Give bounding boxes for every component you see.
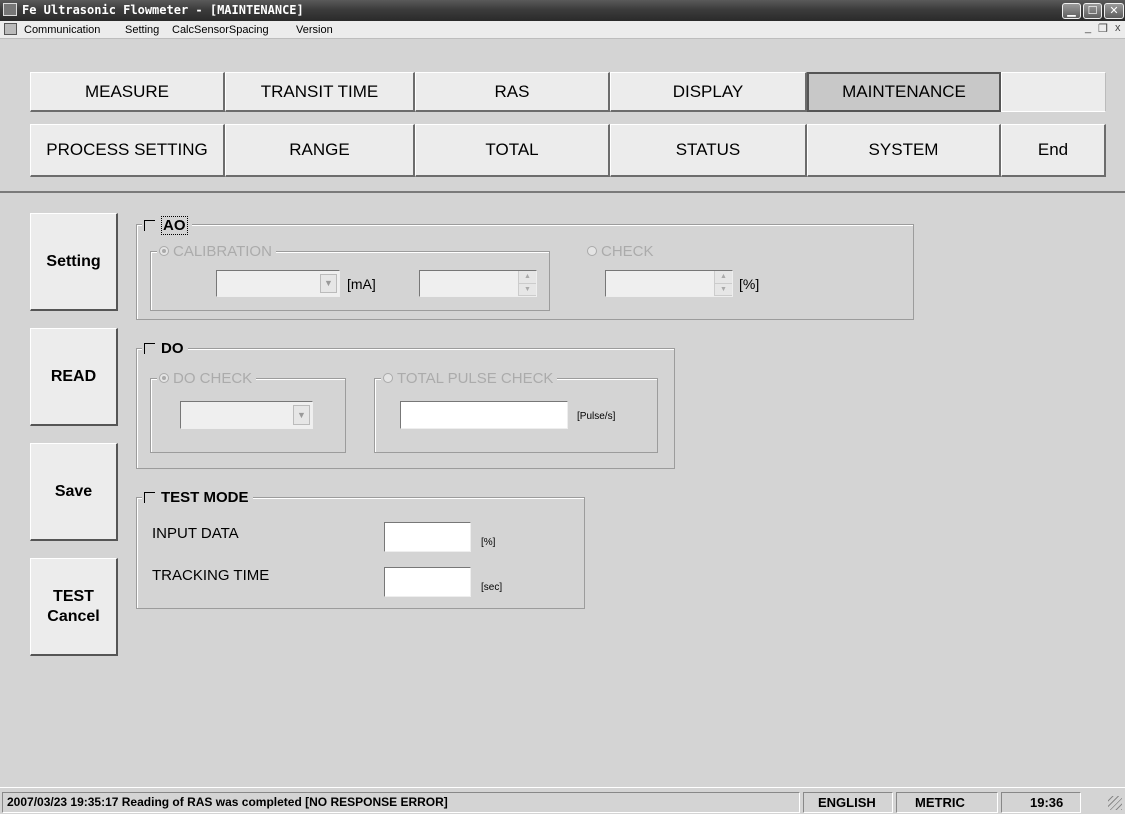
tab-system[interactable]: SYSTEM	[807, 124, 1001, 177]
tab-row-spacer	[1001, 72, 1106, 112]
do-check-box[interactable]	[144, 342, 155, 354]
check-unit: [%]	[739, 276, 760, 292]
title-bar: Fe Ultrasonic Flowmeter - [MAINTENANCE] …	[0, 0, 1125, 21]
check-radio-dot[interactable]	[587, 246, 597, 256]
calibration-radio[interactable]: CALIBRATION	[157, 242, 276, 260]
spin-arrows-icon[interactable]: ▲ ▼	[518, 271, 536, 296]
test-mode-group	[136, 497, 585, 609]
menu-communication[interactable]: Communication	[24, 23, 100, 37]
total-pulse-check-radio-dot[interactable]	[383, 373, 393, 383]
menu-calc-sensor-spacing[interactable]: CalcSensorSpacing	[172, 23, 269, 37]
tracking-time-label: TRACKING TIME	[152, 567, 270, 584]
ao-checkbox[interactable]: AO	[142, 215, 192, 235]
dropdown-arrow-icon[interactable]: ▼	[320, 274, 337, 293]
total-pulse-unit: [Pulse/s]	[577, 411, 616, 422]
document-icon[interactable]	[4, 23, 17, 35]
resize-grip-icon[interactable]	[1108, 796, 1122, 810]
menu-bar: Communication Setting CalcSensorSpacing …	[0, 21, 1125, 39]
test-cancel-label-line1: TEST	[53, 587, 94, 605]
app-icon[interactable]	[3, 3, 17, 16]
total-pulse-check-radio[interactable]: TOTAL PULSE CHECK	[381, 369, 558, 387]
tab-measure[interactable]: MEASURE	[30, 72, 225, 112]
end-button[interactable]: End	[1001, 124, 1106, 177]
calibration-radio-dot[interactable]	[159, 246, 169, 256]
input-data-unit: [%]	[481, 537, 496, 548]
do-check-radio-dot[interactable]	[159, 373, 169, 383]
do-checkbox[interactable]: DO	[142, 339, 188, 357]
menu-version[interactable]: Version	[296, 23, 333, 37]
tab-display[interactable]: DISPLAY	[610, 72, 807, 112]
do-check-select[interactable]: ▼	[180, 401, 313, 429]
total-pulse-check-label: TOTAL PULSE CHECK	[397, 369, 554, 387]
child-close-button[interactable]: x	[1115, 22, 1121, 34]
tab-transit-time[interactable]: TRANSIT TIME	[225, 72, 415, 112]
child-minimize-button[interactable]: _	[1085, 22, 1091, 34]
test-mode-checkbox[interactable]: TEST MODE	[142, 488, 253, 506]
tab-status[interactable]: STATUS	[610, 124, 807, 177]
calibration-spin-input[interactable]: ▲ ▼	[419, 270, 537, 297]
child-restore-button[interactable]: ❐	[1098, 22, 1108, 35]
tab-process-setting[interactable]: PROCESS SETTING	[30, 124, 225, 177]
do-check-label: DO CHECK	[173, 369, 253, 387]
tab-ras[interactable]: RAS	[415, 72, 610, 112]
status-time: 19:36	[1001, 792, 1081, 813]
calibration-label: CALIBRATION	[173, 242, 272, 260]
input-data-label: INPUT DATA	[152, 525, 239, 542]
read-button[interactable]: READ	[30, 328, 118, 426]
tracking-time-unit: [sec]	[481, 582, 503, 593]
tab-maintenance[interactable]: MAINTENANCE	[807, 72, 1001, 112]
save-button[interactable]: Save	[30, 443, 118, 541]
menu-setting[interactable]: Setting	[125, 23, 159, 37]
close-button[interactable]: ✕	[1104, 3, 1124, 19]
status-language: ENGLISH	[803, 792, 893, 813]
setting-button[interactable]: Setting	[30, 213, 118, 311]
check-label: CHECK	[601, 242, 654, 260]
status-bar: 2007/03/23 19:35:17 Reading of RAS was c…	[0, 787, 1125, 814]
do-label: DO	[161, 339, 184, 357]
calibration-unit: [mA]	[347, 276, 376, 292]
ao-check-box[interactable]	[144, 219, 155, 231]
tab-range[interactable]: RANGE	[225, 124, 415, 177]
maximize-button[interactable]: ☐	[1083, 3, 1102, 19]
calibration-select[interactable]: ▼	[216, 270, 340, 297]
ao-label: AO	[161, 215, 188, 235]
test-cancel-label-line2: Cancel	[47, 607, 100, 625]
total-pulse-input[interactable]	[400, 401, 568, 429]
dropdown-arrow-icon[interactable]: ▼	[293, 405, 310, 425]
tracking-time-field[interactable]	[384, 567, 471, 597]
tab-total[interactable]: TOTAL	[415, 124, 610, 177]
check-spin-input[interactable]: ▲ ▼	[605, 270, 733, 297]
input-data-field[interactable]	[384, 522, 471, 552]
do-check-radio[interactable]: DO CHECK	[157, 369, 257, 387]
window-title: Fe Ultrasonic Flowmeter - [MAINTENANCE]	[22, 3, 304, 17]
minimize-button[interactable]: ▁	[1062, 3, 1081, 19]
test-mode-check-box[interactable]	[144, 491, 155, 503]
test-cancel-button[interactable]: TEST Cancel	[30, 558, 118, 656]
status-units: METRIC	[896, 792, 998, 813]
spin-arrows-icon[interactable]: ▲ ▼	[714, 271, 732, 296]
status-message: 2007/03/23 19:35:17 Reading of RAS was c…	[2, 792, 800, 813]
check-radio[interactable]: CHECK	[585, 242, 658, 260]
test-mode-label: TEST MODE	[161, 488, 249, 506]
